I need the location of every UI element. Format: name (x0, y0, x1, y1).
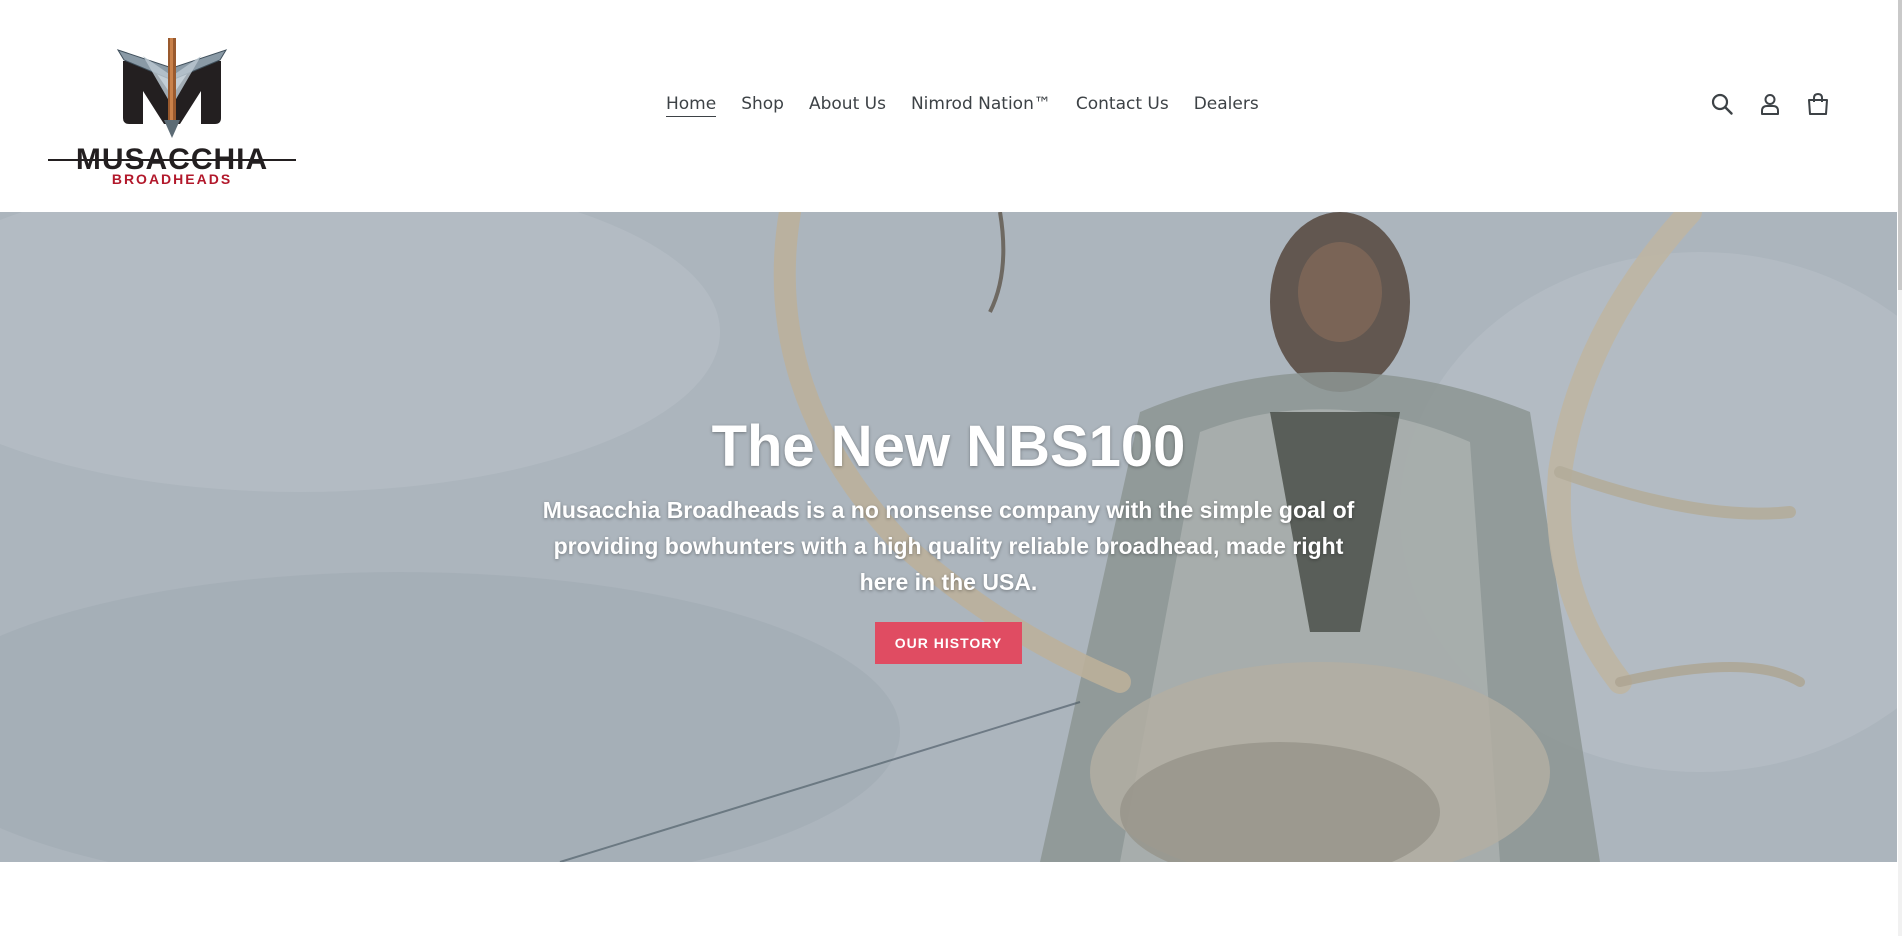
nav-item-dealers[interactable]: Dealers (1181, 92, 1271, 116)
broadhead-m-logo-icon: MUSACCHIA BROADHEADS (48, 38, 296, 187)
nav-item-nimrod-nation[interactable]: Nimrod Nation™ (898, 92, 1063, 116)
cart-icon (1808, 92, 1828, 115)
hero-description: Musacchia Broadheads is a no nonsense co… (542, 497, 1355, 595)
our-history-button[interactable]: OUR HISTORY (874, 622, 1023, 664)
header-icons (1709, 91, 1831, 117)
brand-tagline: BROADHEADS (112, 171, 232, 186)
main-nav: Home Shop About Us Nimrod Nation™ Contac… (666, 92, 1271, 117)
search-icon (1711, 93, 1733, 115)
cart-button[interactable] (1805, 91, 1831, 117)
account-icon (1761, 94, 1779, 115)
account-button[interactable] (1757, 91, 1783, 117)
nav-item-label: About Us (808, 94, 886, 114)
site-header: MUSACCHIA BROADHEADS Home Shop About Us … (0, 0, 1897, 212)
search-button[interactable] (1709, 91, 1735, 117)
nav-item-label: Dealers (1193, 94, 1259, 114)
scrollbar-thumb[interactable] (1898, 0, 1902, 290)
nav-item-label: Nimrod Nation™ (910, 94, 1051, 114)
nav-item-label: Contact Us (1075, 94, 1169, 114)
nav-item-label: Home (666, 94, 717, 117)
page: MUSACCHIA BROADHEADS Home Shop About Us … (0, 0, 1902, 936)
site-logo[interactable]: MUSACCHIA BROADHEADS (48, 36, 296, 187)
nav-item-about-us[interactable]: About Us (796, 92, 898, 116)
hero-title: The New NBS100 (711, 414, 1186, 479)
nav-item-shop[interactable]: Shop (729, 92, 797, 116)
scrollbar[interactable] (1898, 0, 1902, 936)
nav-item-contact-us[interactable]: Contact Us (1063, 92, 1181, 116)
hero-banner: The New NBS100 Musacchia Broadheads is a… (0, 212, 1897, 862)
nav-item-home[interactable]: Home (666, 92, 729, 117)
nav-item-label: Shop (741, 94, 784, 114)
hero-content: The New NBS100 Musacchia Broadheads is a… (0, 412, 1897, 664)
